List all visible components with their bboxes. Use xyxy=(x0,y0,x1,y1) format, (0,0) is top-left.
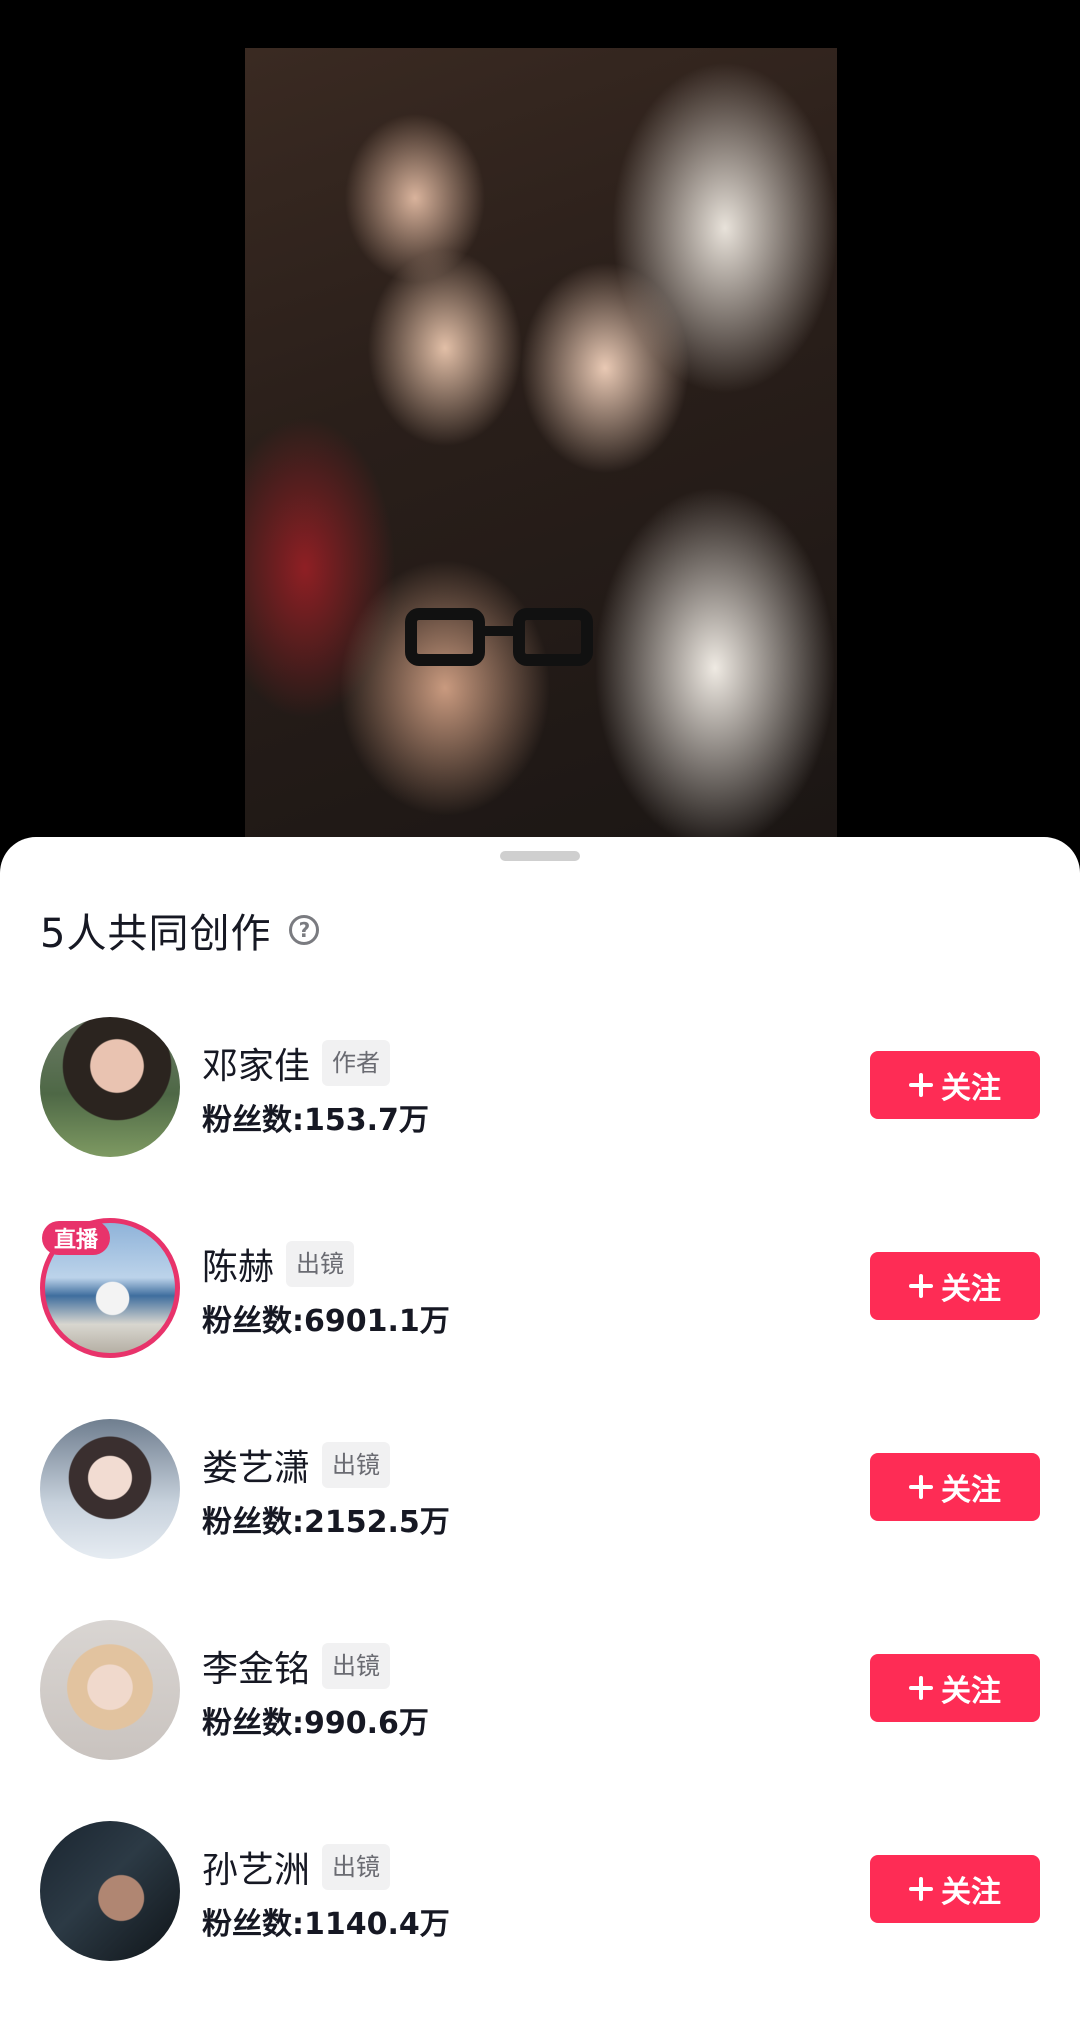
question-circle-icon[interactable]: ? xyxy=(289,915,320,945)
follow-button[interactable]: 关注 xyxy=(870,1855,1040,1923)
creator-row[interactable]: 邓家佳 作者 粉丝数:153.7万 关注 xyxy=(0,1017,1080,1218)
follow-label: 关注 xyxy=(941,1674,1001,1709)
creator-name[interactable]: 李金铭 xyxy=(202,1640,310,1692)
creator-row[interactable]: 直播 陈赫 出镜 粉丝数:6901.1万 关注 xyxy=(0,1218,1080,1419)
creator-name-line: 孙艺洲 出镜 xyxy=(202,1841,391,1893)
video-player[interactable] xyxy=(245,48,837,848)
sheet-drag-handle[interactable] xyxy=(500,851,580,861)
creator-row[interactable]: 李金铭 出镜 粉丝数:990.6万 关注 xyxy=(0,1620,1080,1821)
creator-role-tag: 出镜 xyxy=(322,1844,391,1890)
creator-role-tag: 作者 xyxy=(322,1040,391,1086)
video-content-glasses xyxy=(405,608,595,668)
creator-fans-count: 粉丝数:990.6万 xyxy=(202,1706,429,1741)
creator-name[interactable]: 娄艺潇 xyxy=(202,1439,310,1491)
creator-fans-count: 粉丝数:2152.5万 xyxy=(202,1505,450,1540)
live-badge: 直播 xyxy=(42,1221,110,1255)
plus-icon xyxy=(909,1877,933,1901)
creator-fans-count: 粉丝数:153.7万 xyxy=(202,1103,429,1138)
creator-name-line: 邓家佳 作者 xyxy=(202,1037,391,1089)
sheet-title-text: 5人共同创作 xyxy=(40,911,272,957)
follow-label: 关注 xyxy=(941,1272,1001,1307)
avatar[interactable] xyxy=(40,1419,180,1559)
creator-role-tag: 出镜 xyxy=(286,1241,355,1287)
plus-icon xyxy=(909,1274,933,1298)
plus-icon xyxy=(909,1676,933,1700)
follow-label: 关注 xyxy=(941,1473,1001,1508)
creator-name-line: 李金铭 出镜 xyxy=(202,1640,391,1692)
follow-button[interactable]: 关注 xyxy=(870,1453,1040,1521)
creator-fans-count: 粉丝数:6901.1万 xyxy=(202,1304,450,1339)
creator-list: 邓家佳 作者 粉丝数:153.7万 关注 直播 陈赫 出镜 粉丝数:6901.1… xyxy=(0,1017,1080,2022)
avatar[interactable] xyxy=(40,1821,180,1961)
creator-name-line: 陈赫 出镜 xyxy=(202,1238,355,1290)
creator-role-tag: 出镜 xyxy=(322,1643,391,1689)
sheet-title: 5人共同创作 ? xyxy=(40,905,320,957)
plus-icon xyxy=(909,1475,933,1499)
creator-fans-count: 粉丝数:1140.4万 xyxy=(202,1907,450,1942)
follow-button[interactable]: 关注 xyxy=(870,1051,1040,1119)
plus-icon xyxy=(909,1073,933,1097)
co-creators-sheet: 5人共同创作 ? 邓家佳 作者 粉丝数:153.7万 关注 直播 陈赫 出镜 粉… xyxy=(0,837,1080,2022)
creator-row[interactable]: 娄艺潇 出镜 粉丝数:2152.5万 关注 xyxy=(0,1419,1080,1620)
creator-row[interactable]: 孙艺洲 出镜 粉丝数:1140.4万 关注 xyxy=(0,1821,1080,2022)
follow-button[interactable]: 关注 xyxy=(870,1654,1040,1722)
follow-label: 关注 xyxy=(941,1071,1001,1106)
creator-name-line: 娄艺潇 出镜 xyxy=(202,1439,391,1491)
creator-name[interactable]: 陈赫 xyxy=(202,1238,274,1290)
follow-label: 关注 xyxy=(941,1875,1001,1910)
creator-role-tag: 出镜 xyxy=(322,1442,391,1488)
avatar[interactable] xyxy=(40,1620,180,1760)
creator-name[interactable]: 孙艺洲 xyxy=(202,1841,310,1893)
follow-button[interactable]: 关注 xyxy=(870,1252,1040,1320)
screen: 5人共同创作 ? 邓家佳 作者 粉丝数:153.7万 关注 直播 陈赫 出镜 粉… xyxy=(0,0,1080,2022)
avatar[interactable] xyxy=(40,1017,180,1157)
creator-name[interactable]: 邓家佳 xyxy=(202,1037,310,1089)
